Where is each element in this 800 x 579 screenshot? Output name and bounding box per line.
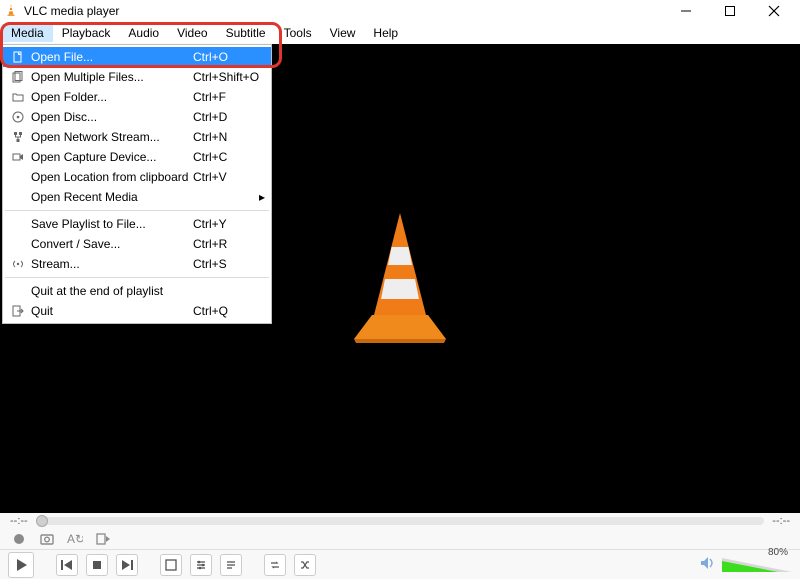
net-icon <box>9 131 27 143</box>
volume-control[interactable]: 80% <box>700 556 792 573</box>
menu-item-open-location-from-clipboard[interactable]: Open Location from clipboardCtrl+V <box>3 167 271 187</box>
seek-knob[interactable] <box>36 515 48 527</box>
menu-item-label: Stream... <box>27 257 193 271</box>
menu-item-label: Open Capture Device... <box>27 150 193 164</box>
menu-item-label: Save Playlist to File... <box>27 217 193 231</box>
minimize-button[interactable] <box>664 0 708 22</box>
maximize-button[interactable] <box>708 0 752 22</box>
loop-ab-button[interactable]: A↻B <box>66 530 84 548</box>
menubar: Media Playback Audio Video Subtitle Tool… <box>0 22 800 44</box>
playlist-button[interactable] <box>220 554 242 576</box>
menu-item-open-disc[interactable]: Open Disc...Ctrl+D <box>3 107 271 127</box>
menu-item-label: Quit <box>27 304 193 318</box>
record-button[interactable] <box>10 530 28 548</box>
time-elapsed: --:-- <box>10 515 28 527</box>
toolbar-secondary: A↻B <box>0 529 800 549</box>
titlebar: VLC media player <box>0 0 800 22</box>
stream-icon <box>9 258 27 270</box>
menu-item-shortcut: Ctrl+O <box>193 50 265 64</box>
menu-item-quit[interactable]: QuitCtrl+Q <box>3 301 271 321</box>
menu-video[interactable]: Video <box>168 24 216 42</box>
menu-subtitle[interactable]: Subtitle <box>217 24 275 42</box>
menu-item-label: Quit at the end of playlist <box>27 284 193 298</box>
menu-audio[interactable]: Audio <box>119 24 168 42</box>
menu-item-convert-save[interactable]: Convert / Save...Ctrl+R <box>3 234 271 254</box>
volume-slider[interactable]: 80% <box>722 558 792 572</box>
shuffle-button[interactable] <box>294 554 316 576</box>
menu-item-quit-at-the-end-of-playlist[interactable]: Quit at the end of playlist <box>3 281 271 301</box>
menu-item-open-network-stream[interactable]: Open Network Stream...Ctrl+N <box>3 127 271 147</box>
speaker-icon[interactable] <box>700 556 716 573</box>
fullscreen-button[interactable] <box>160 554 182 576</box>
frame-step-button[interactable] <box>94 530 112 548</box>
menu-item-label: Open Location from clipboard <box>27 170 193 184</box>
files-icon <box>9 71 27 83</box>
seek-track[interactable] <box>36 517 765 525</box>
menu-item-shortcut: Ctrl+F <box>193 90 265 104</box>
submenu-arrow-icon: ▸ <box>253 190 265 204</box>
close-button[interactable] <box>752 0 796 22</box>
stop-button[interactable] <box>86 554 108 576</box>
quit-icon <box>9 305 27 317</box>
folder-icon <box>9 91 27 103</box>
volume-percent: 80% <box>768 547 788 558</box>
vlc-cone-icon <box>4 3 18 20</box>
media-dropdown: Open File...Ctrl+OOpen Multiple Files...… <box>2 44 272 324</box>
menu-item-label: Open Disc... <box>27 110 193 124</box>
menu-media[interactable]: Media <box>2 24 53 42</box>
play-button[interactable] <box>8 552 34 578</box>
menu-item-shortcut: Ctrl+R <box>193 237 265 251</box>
menu-item-open-folder[interactable]: Open Folder...Ctrl+F <box>3 87 271 107</box>
disc-icon <box>9 111 27 123</box>
menu-item-label: Convert / Save... <box>27 237 193 251</box>
menu-item-open-file[interactable]: Open File...Ctrl+O <box>3 47 271 67</box>
svg-text:A↻B: A↻B <box>67 533 83 545</box>
menu-item-shortcut: Ctrl+Q <box>193 304 265 318</box>
snapshot-button[interactable] <box>38 530 56 548</box>
menu-item-shortcut: Ctrl+V <box>193 170 265 184</box>
cap-icon <box>9 151 27 163</box>
window-title: VLC media player <box>24 4 119 18</box>
loop-button[interactable] <box>264 554 286 576</box>
toolbar-playback: 80% <box>0 549 800 579</box>
next-button[interactable] <box>116 554 138 576</box>
menu-item-open-multiple-files[interactable]: Open Multiple Files...Ctrl+Shift+O <box>3 67 271 87</box>
menu-item-shortcut: Ctrl+S <box>193 257 265 271</box>
menu-item-label: Open Recent Media <box>27 190 181 204</box>
menu-item-open-recent-media[interactable]: Open Recent Media ▸ <box>3 187 271 207</box>
menu-item-open-capture-device[interactable]: Open Capture Device...Ctrl+C <box>3 147 271 167</box>
prev-button[interactable] <box>56 554 78 576</box>
menu-item-shortcut: Ctrl+N <box>193 130 265 144</box>
menu-item-stream[interactable]: Stream...Ctrl+S <box>3 254 271 274</box>
time-remaining: --:-- <box>772 515 790 527</box>
menu-item-label: Open Folder... <box>27 90 193 104</box>
menu-view[interactable]: View <box>321 24 365 42</box>
menu-tools[interactable]: Tools <box>275 24 321 42</box>
menu-item-save-playlist-to-file[interactable]: Save Playlist to File...Ctrl+Y <box>3 214 271 234</box>
menu-item-shortcut: Ctrl+Shift+O <box>193 70 265 84</box>
file-icon <box>9 51 27 63</box>
menu-item-shortcut: Ctrl+C <box>193 150 265 164</box>
menu-help[interactable]: Help <box>364 24 407 42</box>
menu-item-label: Open Network Stream... <box>27 130 193 144</box>
extended-settings-button[interactable] <box>190 554 212 576</box>
menu-playback[interactable]: Playback <box>53 24 120 42</box>
seekbar: --:-- --:-- <box>0 513 800 529</box>
menu-item-shortcut: Ctrl+Y <box>193 217 265 231</box>
menu-item-shortcut: Ctrl+D <box>193 110 265 124</box>
menu-item-label: Open Multiple Files... <box>27 70 193 84</box>
menu-item-label: Open File... <box>27 50 193 64</box>
vlc-cone-logo <box>340 207 460 350</box>
